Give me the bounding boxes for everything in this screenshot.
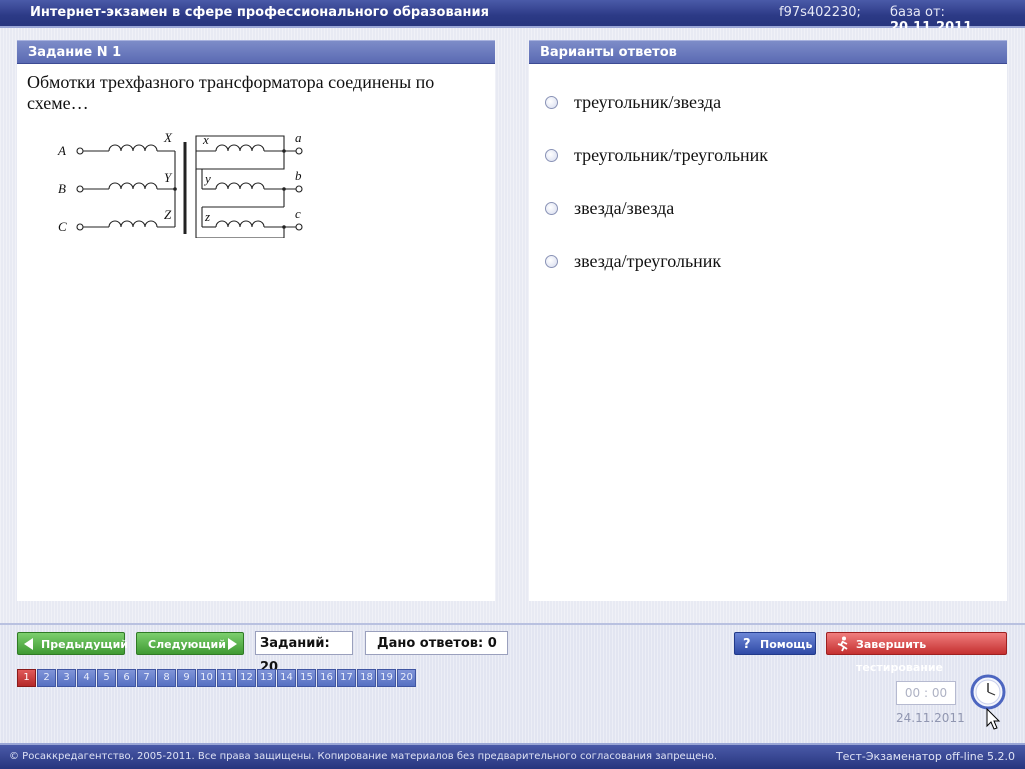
label-y: y — [203, 171, 211, 186]
answers-given: Дано ответов: 0 — [365, 631, 508, 655]
label-Z: Z — [164, 207, 172, 222]
primary-winding-c — [76, 220, 175, 231]
task-page-10[interactable]: 10 — [197, 669, 216, 687]
app-title: Интернет-экзамен в сфере профессионально… — [30, 5, 489, 20]
answers-header: Варианты ответов — [529, 40, 1007, 64]
answer-label: звезда/треугольник — [574, 251, 722, 271]
task-page-6[interactable]: 6 — [117, 669, 136, 687]
task-page-11[interactable]: 11 — [217, 669, 236, 687]
next-label: Следующий — [148, 638, 226, 651]
previous-label: Предыдущий — [41, 638, 129, 651]
task-page-7[interactable]: 7 — [137, 669, 156, 687]
task-page-14[interactable]: 14 — [277, 669, 296, 687]
arrow-left-icon — [24, 638, 33, 650]
help-icon: ? — [743, 637, 751, 652]
task-page-4[interactable]: 4 — [77, 669, 96, 687]
task-page-8[interactable]: 8 — [157, 669, 176, 687]
copyright-text: © Росаккредагентство, 2005-2011. Все пра… — [9, 751, 718, 762]
timer-display: 00 : 00 — [896, 681, 956, 705]
task-page-13[interactable]: 13 — [257, 669, 276, 687]
finish-test-button[interactable]: Завершить тестирование — [826, 632, 1007, 674]
title-bar: Интернет-экзамен в сфере профессионально… — [0, 0, 1025, 35]
task-page-3[interactable]: 3 — [57, 669, 76, 687]
label-B: B — [58, 181, 66, 196]
task-header: Задание N 1 — [17, 40, 495, 64]
label-b: b — [295, 168, 302, 183]
mouse-cursor-icon — [986, 708, 1001, 730]
label-X: X — [163, 130, 173, 145]
task-page-19[interactable]: 19 — [377, 669, 396, 687]
help-button[interactable]: ? Помощь — [734, 632, 816, 655]
current-date: 24.11.2011 — [896, 711, 965, 725]
radio-button[interactable] — [545, 255, 558, 268]
label-Y: Y — [164, 170, 173, 185]
radio-button[interactable] — [545, 149, 558, 162]
label-c: c — [295, 206, 301, 221]
answer-label: треугольник/треугольник — [574, 145, 769, 165]
question-text: Обмотки трехфазного трансформатора соеди… — [27, 72, 435, 113]
label-C: C — [58, 219, 67, 234]
task-panel: Задание N 1 Обмотки трехфазного трансфор… — [17, 40, 495, 601]
task-page-20[interactable]: 20 — [397, 669, 416, 687]
task-page-12[interactable]: 12 — [237, 669, 256, 687]
task-page-15[interactable]: 15 — [297, 669, 316, 687]
help-label: Помощь — [760, 638, 813, 651]
label-x: x — [202, 132, 209, 147]
label-A: A — [57, 143, 66, 158]
tasks-count: Заданий: 20 — [255, 631, 353, 675]
task-page-17[interactable]: 17 — [337, 669, 356, 687]
footer: © Росаккредагентство, 2005-2011. Все пра… — [0, 743, 1025, 769]
radio-button[interactable] — [545, 202, 558, 215]
task-page-1[interactable]: 1 — [17, 669, 36, 687]
transformer-diagram: A B C X Y Z x y z a b c — [57, 130, 303, 238]
running-man-icon — [837, 636, 848, 652]
primary-winding-b — [76, 182, 175, 193]
clock-icon — [970, 674, 1006, 710]
label-z: z — [204, 209, 210, 224]
answer-label: звезда/звезда — [574, 198, 675, 218]
answer-label: треугольник/звезда — [574, 92, 722, 112]
label-a: a — [295, 130, 302, 145]
arrow-right-icon — [228, 638, 237, 650]
radio-button[interactable] — [545, 96, 558, 109]
primary-winding-a — [76, 144, 175, 155]
task-page-9[interactable]: 9 — [177, 669, 196, 687]
task-page-18[interactable]: 18 — [357, 669, 376, 687]
session-code: f97s402230; — [779, 5, 861, 20]
next-button[interactable]: Следующий — [136, 632, 244, 655]
task-page-16[interactable]: 16 — [317, 669, 336, 687]
answers-panel: Варианты ответов треугольник/звезда треу… — [529, 40, 1007, 601]
task-page-2[interactable]: 2 — [37, 669, 56, 687]
app-version: Тест-Экзаменатор off-line 5.2.0 — [835, 750, 1015, 763]
previous-button[interactable]: Предыдущий — [17, 632, 129, 655]
task-page-5[interactable]: 5 — [97, 669, 116, 687]
